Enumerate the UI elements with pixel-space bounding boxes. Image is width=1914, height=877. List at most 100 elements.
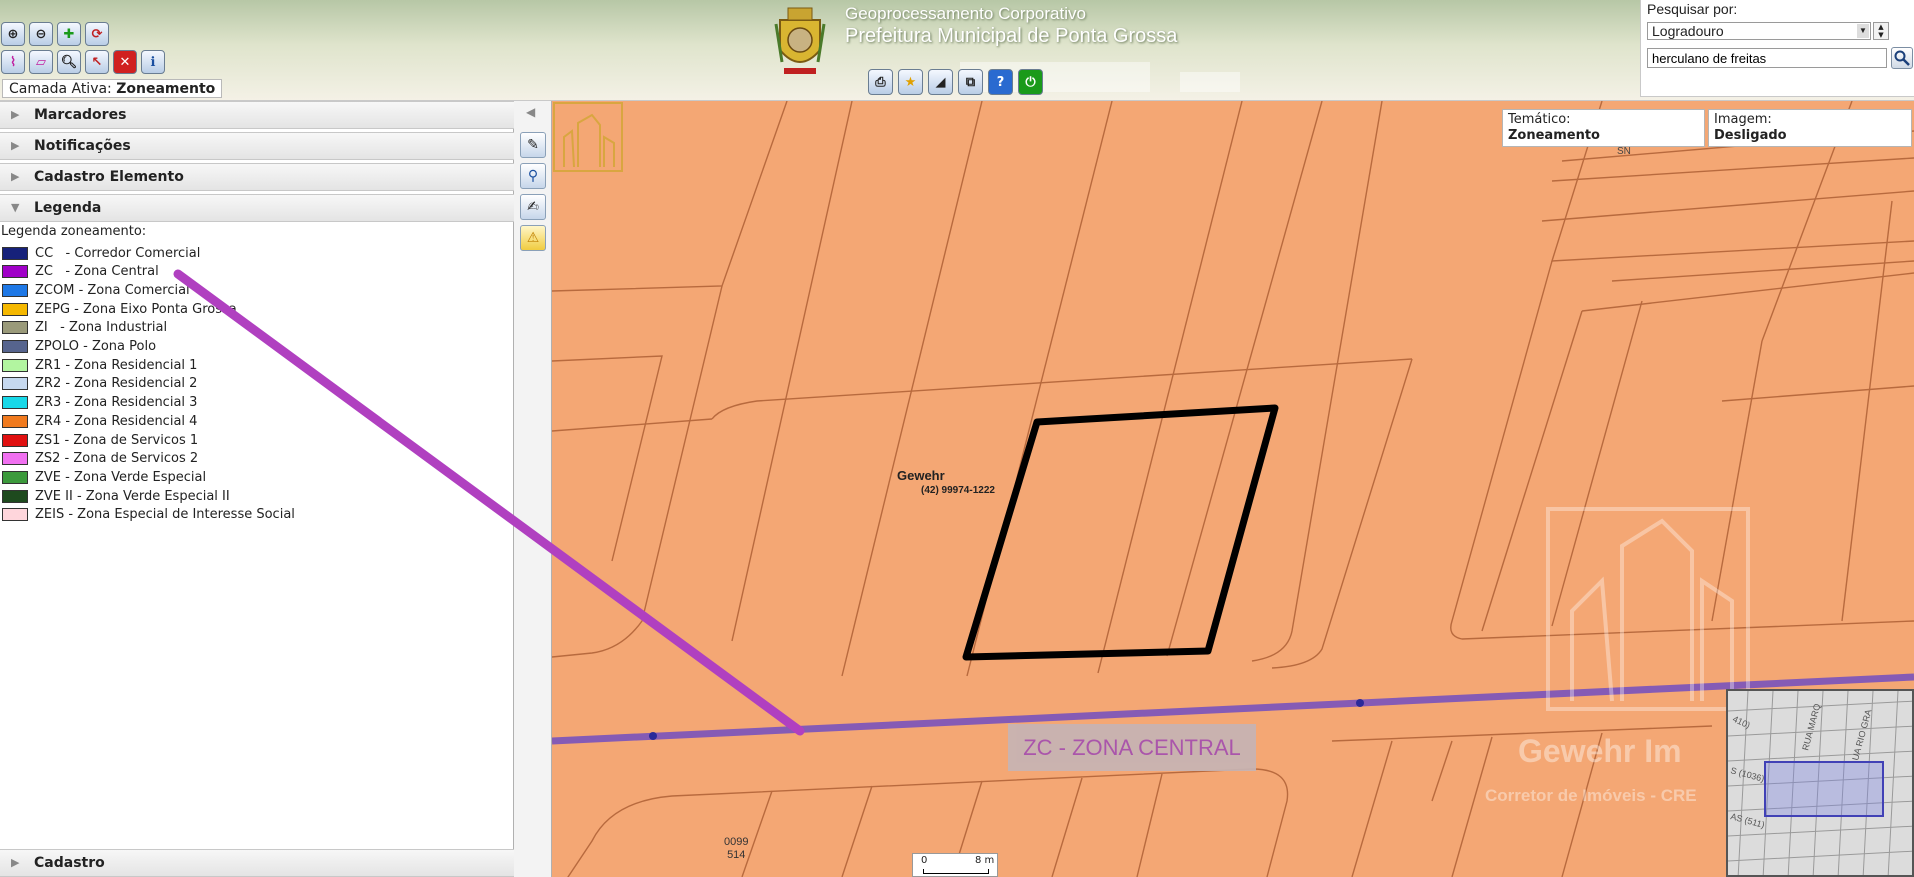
section-legenda[interactable]: ▼ Legenda: [0, 194, 514, 222]
lot-number-label: 0099 514: [724, 836, 748, 862]
active-layer-label: Camada Ativa:: [9, 81, 112, 97]
legend-label: CC - Corredor Comercial: [35, 245, 201, 261]
legend-item: ZPOLO - Zona Polo: [2, 338, 156, 356]
expand-arrow-icon: ▶: [11, 139, 20, 152]
legend-swatch: [2, 489, 28, 503]
print-icon[interactable]: ⎙: [868, 69, 893, 95]
section-label: Notificações: [34, 138, 131, 154]
pan-plus-icon[interactable]: ✚: [57, 22, 81, 46]
thematic-indicator: Temático: Zoneamento: [1502, 109, 1705, 147]
legend-swatch: [2, 470, 28, 484]
legend-label: ZR3 - Zona Residencial 3: [35, 395, 198, 411]
legend-swatch: [2, 414, 28, 428]
chevron-down-icon[interactable]: ▼: [1857, 24, 1869, 38]
warning-icon[interactable]: ⚠: [520, 225, 546, 251]
section-cadastro[interactable]: ▶ Cadastro: [0, 849, 514, 877]
section-marcadores[interactable]: ▶ Marcadores: [0, 101, 514, 129]
watermark-brand: Gewehr: [897, 468, 945, 483]
lot-number-line-1: 0099: [724, 836, 749, 848]
legend-item: ZS2 - Zona de Servicos 2: [2, 450, 198, 468]
search-type-select[interactable]: Logradouro ▼: [1647, 22, 1871, 40]
legend-item: ZEIS - Zona Especial de Interesse Social: [2, 506, 295, 524]
collapse-arrow-icon: ▼: [11, 201, 20, 214]
gewehr-logo-icon: [553, 102, 623, 172]
zoom-in-icon[interactable]: ⊕: [1, 22, 25, 46]
location-pin-icon[interactable]: ⚲: [520, 163, 546, 189]
section-cadastro-elemento[interactable]: ▶ Cadastro Elemento: [0, 163, 514, 191]
notes-icon[interactable]: ✍: [520, 194, 546, 220]
legend-label: ZVE - Zona Verde Especial: [35, 469, 207, 485]
power-icon[interactable]: ⏻: [1018, 69, 1043, 95]
collapse-panel-icon[interactable]: ◀: [526, 105, 535, 119]
toolbar-row-2: ⌇ ▱ 🔍︎ ↖ ✕ ℹ: [1, 50, 165, 74]
legend-item: ZC - Zona Central: [2, 263, 159, 281]
selected-lot-outline[interactable]: [962, 404, 1279, 661]
triangle-tool-icon[interactable]: ◢: [928, 69, 953, 95]
section-label: Legenda: [34, 200, 102, 216]
legend-swatch: [2, 508, 28, 522]
legend-item: CC - Corredor Comercial: [2, 244, 200, 262]
edit-geometry-icon[interactable]: ✎: [520, 132, 546, 158]
watermark-tagline: Corretor de Imóveis - CRE: [1485, 786, 1697, 805]
legend-item: ZR3 - Zona Residencial 3: [2, 394, 197, 412]
scale-min: 0: [921, 855, 928, 866]
section-label: Cadastro Elemento: [34, 169, 184, 185]
favorite-icon[interactable]: ★: [898, 69, 923, 95]
legend-item: ZEPG - Zona Eixo Ponta Grossa: [2, 300, 237, 318]
search-input[interactable]: [1647, 48, 1887, 68]
clear-icon[interactable]: ✕: [113, 50, 137, 74]
legend-swatch: [2, 246, 28, 260]
minimap-street-label: 410): [1731, 714, 1752, 731]
image-indicator: Imagem: Desligado: [1708, 109, 1912, 147]
minimap-street-label: S (1036): [1729, 765, 1765, 784]
measure-area-icon[interactable]: ▱: [29, 50, 53, 74]
section-label: Cadastro: [34, 855, 105, 871]
legend-item: ZVE II - Zona Verde Especial II: [2, 487, 230, 505]
watermark-phone: (42) 99974-1222: [921, 485, 995, 496]
scale-bar: 0 8 m: [912, 853, 998, 877]
spin-arrows-icon[interactable]: ▲ ▼: [1873, 22, 1889, 40]
select-point-icon[interactable]: ↖: [85, 50, 109, 74]
legend-swatch: [2, 452, 28, 466]
legend-label: ZR4 - Zona Residencial 4: [35, 413, 198, 429]
watermark-brand-large: Gewehr Im: [1518, 733, 1682, 769]
info-icon[interactable]: ℹ: [141, 50, 165, 74]
section-notificacoes[interactable]: ▶ Notificações: [0, 132, 514, 160]
measure-distance-icon[interactable]: ⌇: [1, 50, 25, 74]
expand-arrow-icon: ▶: [11, 170, 20, 183]
zoom-box-icon[interactable]: 🔍︎: [57, 50, 81, 74]
search-panel: Pesquisar por: Logradouro ▼ ▲ ▼: [1640, 0, 1914, 97]
line-vertex: [649, 732, 657, 740]
search-button[interactable]: [1891, 47, 1913, 69]
city-skyline-decoration: [1180, 72, 1240, 92]
legend-label: ZR2 - Zona Residencial 2: [35, 376, 198, 392]
legend-swatch: [2, 302, 28, 316]
legend-item: ZR4 - Zona Residencial 4: [2, 412, 197, 430]
city-coat-of-arms-icon: [774, 7, 826, 74]
zone-label: ZC - ZONA CENTRAL: [1008, 724, 1256, 771]
legend-swatch: [2, 433, 28, 447]
legend-item: ZS1 - Zona de Servicos 1: [2, 431, 198, 449]
search-icon: [1894, 50, 1910, 66]
legend-item: ZI - Zona Industrial: [2, 319, 167, 337]
image-value: Desligado: [1714, 128, 1787, 143]
scale-max: 8 m: [975, 855, 995, 866]
app-header: ⊕ ⊖ ✚ ⟳ ⌇ ▱ 🔍︎ ↖ ✕ ℹ Camada Ativa: Zonea…: [0, 0, 1914, 101]
side-tool-column: ◀ ✎ ⚲ ✍ ⚠: [514, 101, 552, 877]
refresh-map-icon[interactable]: ⟳: [85, 22, 109, 46]
thematic-value: Zoneamento: [1508, 128, 1600, 143]
zoom-out-icon[interactable]: ⊖: [29, 22, 53, 46]
minimap-viewport-frame[interactable]: [1764, 761, 1884, 817]
legend-title: Legenda zoneamento:: [1, 224, 147, 239]
section-label: Marcadores: [34, 107, 127, 123]
overview-minimap[interactable]: 410) RUA MARQ UA RIO GRA S (1036) AS (51…: [1726, 689, 1914, 877]
legend-item: ZR1 - Zona Residencial 1: [2, 356, 197, 374]
layers-tool-icon[interactable]: ⧉: [958, 69, 983, 95]
app-subtitle: Prefeitura Municipal de Ponta Grossa: [845, 25, 1178, 47]
active-layer-value: Zoneamento: [116, 81, 216, 97]
map-canvas[interactable]: Temático: Zoneamento Imagem: Desligado S…: [552, 101, 1914, 877]
thematic-label: Temático:: [1508, 112, 1571, 127]
minimap-street-label: RUA MARQ: [1800, 703, 1822, 752]
legend-item: ZVE - Zona Verde Especial: [2, 468, 206, 486]
help-icon[interactable]: ?: [988, 69, 1013, 95]
